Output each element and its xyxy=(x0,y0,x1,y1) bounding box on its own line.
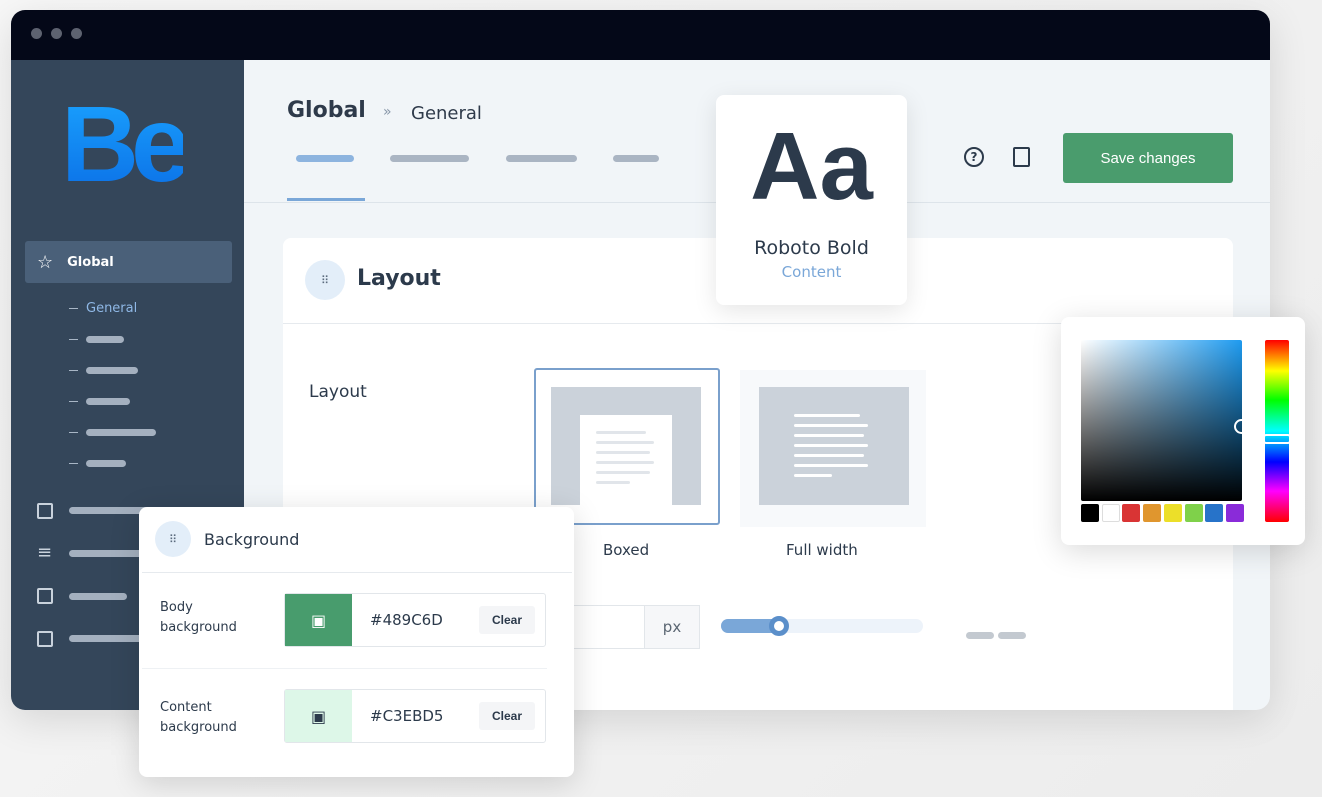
font-usage: Content xyxy=(781,263,842,281)
body-background-label: Body background xyxy=(160,600,237,635)
tab-4[interactable] xyxy=(613,155,659,162)
font-name: Roboto Bold xyxy=(754,237,869,259)
window-icon[interactable] xyxy=(37,503,53,519)
sidebar-item-global[interactable]: ☆ Global xyxy=(25,241,232,283)
preset-color-swatch[interactable] xyxy=(1184,504,1203,522)
tab-3[interactable] xyxy=(506,155,577,162)
sidebar-subitem-general[interactable]: General xyxy=(69,301,137,316)
content-background-label: Content background xyxy=(160,700,237,735)
breadcrumb-separator: » xyxy=(383,104,392,120)
hue-slider[interactable] xyxy=(1263,340,1291,522)
layout-option-boxed[interactable] xyxy=(534,368,720,525)
preset-color-swatch[interactable] xyxy=(1081,504,1099,522)
size-slider[interactable] xyxy=(721,616,923,636)
sidebar-item-label: Global xyxy=(67,254,114,270)
font-sample: Aa xyxy=(750,113,873,220)
clear-button[interactable]: Clear xyxy=(479,702,535,730)
placeholder xyxy=(998,632,1026,639)
sidebar-subitem[interactable] xyxy=(69,398,130,405)
menu-icon[interactable]: ≡ xyxy=(37,544,53,562)
size-input[interactable]: px xyxy=(563,605,700,649)
breadcrumb-current: General xyxy=(411,103,482,124)
saturation-area[interactable] xyxy=(1081,340,1249,501)
layout-option-full-width[interactable] xyxy=(740,370,926,527)
sidebar-subitem[interactable] xyxy=(69,429,156,436)
section-title: Layout xyxy=(357,266,441,291)
color-picker xyxy=(1061,317,1305,545)
preset-color-swatch[interactable] xyxy=(1122,504,1141,522)
preset-color-swatch[interactable] xyxy=(1163,504,1182,522)
clear-button[interactable]: Clear xyxy=(479,606,535,634)
paint-bucket-icon[interactable]: ▣ xyxy=(285,594,352,646)
layout-icon[interactable] xyxy=(37,631,53,647)
active-tab-indicator xyxy=(287,198,365,201)
sidebar-subitem[interactable] xyxy=(69,460,126,467)
color-cursor[interactable] xyxy=(1234,419,1249,434)
sidebar-subitem[interactable] xyxy=(69,367,138,374)
window-close-button[interactable] xyxy=(31,28,42,39)
font-preview-card[interactable]: Aa Roboto Bold Content xyxy=(716,95,907,305)
notes-icon[interactable] xyxy=(1013,147,1030,167)
hue-handle[interactable] xyxy=(1263,434,1291,444)
color-hex-value[interactable]: #489C6D xyxy=(352,611,479,629)
preset-color-swatch[interactable] xyxy=(1205,504,1224,522)
panel-title: Background xyxy=(204,530,300,549)
grid-dots-icon: ⠿ xyxy=(305,260,345,300)
breadcrumb-root[interactable]: Global xyxy=(287,98,366,123)
paint-bucket-icon[interactable]: ▣ xyxy=(285,690,352,742)
preset-color-swatch[interactable] xyxy=(1101,504,1120,522)
tab-2[interactable] xyxy=(390,155,469,162)
list-icon[interactable] xyxy=(37,588,53,604)
save-changes-button[interactable]: Save changes xyxy=(1063,133,1233,183)
title-bar xyxy=(11,10,1270,60)
option-label-full-width: Full width xyxy=(786,541,858,559)
sidebar-subitem[interactable] xyxy=(69,336,124,343)
window-minimize-button[interactable] xyxy=(51,28,62,39)
window-maximize-button[interactable] xyxy=(71,28,82,39)
body-background-field[interactable]: ▣ #489C6D Clear xyxy=(284,593,546,647)
option-label-boxed: Boxed xyxy=(603,541,650,559)
tab-1[interactable] xyxy=(296,155,354,162)
preset-color-swatch[interactable] xyxy=(1225,504,1244,522)
slider-handle[interactable] xyxy=(769,616,789,636)
grid-dots-icon: ⠿ xyxy=(155,521,191,557)
background-panel: ⠿ Background Body background ▣ #489C6D Cl… xyxy=(139,507,574,777)
color-hex-value[interactable]: #C3EBD5 xyxy=(352,707,479,725)
unit-label: px xyxy=(644,606,699,648)
sidebar-placeholder xyxy=(69,507,149,514)
content-background-field[interactable]: ▣ #C3EBD5 Clear xyxy=(284,689,546,743)
logo: Be xyxy=(61,83,191,204)
layout-field-label: Layout xyxy=(309,382,367,402)
sidebar-placeholder xyxy=(69,593,127,600)
star-icon: ☆ xyxy=(37,251,54,273)
subitem-label: General xyxy=(86,301,138,316)
preset-color-swatch[interactable] xyxy=(1143,504,1162,522)
help-circle-icon[interactable]: ? xyxy=(964,147,984,167)
placeholder xyxy=(966,632,994,639)
sidebar-placeholder xyxy=(69,550,149,557)
sidebar-placeholder xyxy=(69,635,149,642)
